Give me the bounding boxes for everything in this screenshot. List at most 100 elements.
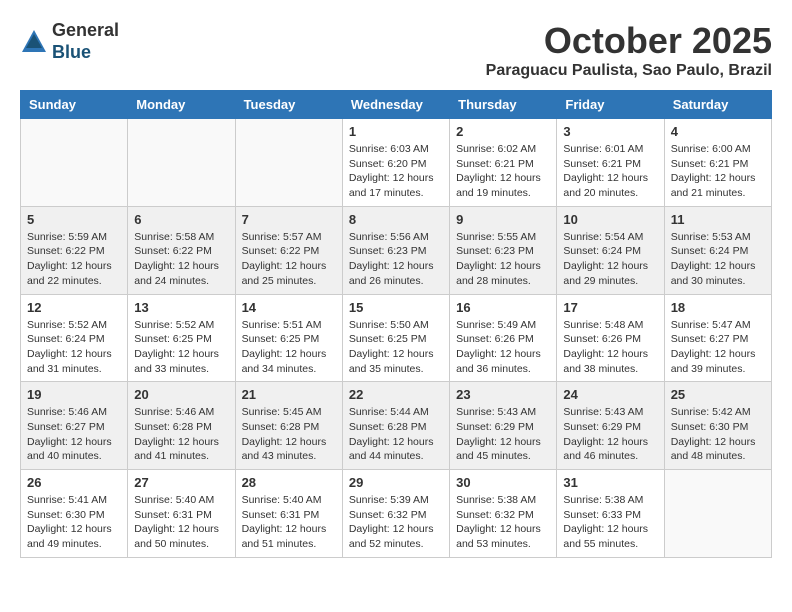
weekday-header: Monday — [128, 91, 235, 119]
calendar-day-cell: 20Sunrise: 5:46 AM Sunset: 6:28 PM Dayli… — [128, 382, 235, 470]
day-info: Sunrise: 6:00 AM Sunset: 6:21 PM Dayligh… — [671, 142, 765, 201]
day-number: 2 — [456, 124, 550, 139]
day-number: 14 — [242, 300, 336, 315]
calendar-day-cell: 8 Sunrise: 5:56 AM Sunset: 6:23 PM Daylig… — [342, 206, 449, 294]
day-info: Sunrise: 5:59 AM Sunset: 6:22 PM Dayligh… — [27, 230, 121, 289]
day-number: 17 — [563, 300, 657, 315]
day-info: Sunrise: 5:49 AM Sunset: 6:26 PM Dayligh… — [456, 318, 550, 377]
day-number: 16 — [456, 300, 550, 315]
calendar-day-cell: 30 Sunrise: 5:38 AM Sunset: 6:32 PM Dayli… — [450, 470, 557, 558]
title-block: October 2025 Paraguacu Paulista, Sao Pau… — [486, 20, 772, 80]
day-number: 10 — [563, 212, 657, 227]
day-info: Sunrise: 5:54 AM Sunset: 6:24 PM Dayligh… — [563, 230, 657, 289]
calendar-day-cell: 21 Sunrise: 5:45 AM Sunset: 6:28 PM Dayli… — [235, 382, 342, 470]
day-info: Sunrise: 5:47 AM Sunset: 6:27 PM Dayligh… — [671, 318, 765, 377]
calendar-day-cell: 14 Sunrise: 5:51 AM Sunset: 6:25 PM Dayli… — [235, 294, 342, 382]
calendar-week-row: 5 Sunrise: 5:59 AM Sunset: 6:22 PM Daylig… — [21, 206, 772, 294]
calendar-day-cell: 11Sunrise: 5:53 AM Sunset: 6:24 PM Dayli… — [664, 206, 771, 294]
day-number: 8 — [349, 212, 443, 227]
day-number: 9 — [456, 212, 550, 227]
weekday-header: Sunday — [21, 91, 128, 119]
calendar-day-cell — [664, 470, 771, 558]
day-number: 1 — [349, 124, 443, 139]
calendar-week-row: 19 Sunrise: 5:46 AM Sunset: 6:27 PM Dayli… — [21, 382, 772, 470]
day-number: 28 — [242, 475, 336, 490]
day-info: Sunrise: 5:51 AM Sunset: 6:25 PM Dayligh… — [242, 318, 336, 377]
day-number: 25 — [671, 387, 765, 402]
page-header: General Blue October 2025 Paraguacu Paul… — [20, 20, 772, 80]
calendar-day-cell: 19 Sunrise: 5:46 AM Sunset: 6:27 PM Dayli… — [21, 382, 128, 470]
weekday-header-row: SundayMondayTuesdayWednesdayThursdayFrid… — [21, 91, 772, 119]
day-info: Sunrise: 5:57 AM Sunset: 6:22 PM Dayligh… — [242, 230, 336, 289]
day-number: 19 — [27, 387, 121, 402]
calendar-week-row: 26Sunrise: 5:41 AM Sunset: 6:30 PM Dayli… — [21, 470, 772, 558]
day-info: Sunrise: 5:56 AM Sunset: 6:23 PM Dayligh… — [349, 230, 443, 289]
day-number: 22 — [349, 387, 443, 402]
day-info: Sunrise: 5:52 AM Sunset: 6:25 PM Dayligh… — [134, 318, 228, 377]
calendar-day-cell: 12Sunrise: 5:52 AM Sunset: 6:24 PM Dayli… — [21, 294, 128, 382]
calendar-day-cell: 29 Sunrise: 5:39 AM Sunset: 6:32 PM Dayli… — [342, 470, 449, 558]
day-info: Sunrise: 5:38 AM Sunset: 6:32 PM Dayligh… — [456, 493, 550, 552]
day-number: 30 — [456, 475, 550, 490]
day-number: 4 — [671, 124, 765, 139]
calendar-day-cell: 18 Sunrise: 5:47 AM Sunset: 6:27 PM Dayli… — [664, 294, 771, 382]
day-number: 20 — [134, 387, 228, 402]
calendar-day-cell — [128, 119, 235, 207]
location-text: Paraguacu Paulista, Sao Paulo, Brazil — [486, 62, 772, 80]
month-title: October 2025 — [486, 20, 772, 62]
calendar-day-cell: 25 Sunrise: 5:42 AM Sunset: 6:30 PM Dayli… — [664, 382, 771, 470]
logo-general-text: General — [52, 20, 119, 42]
calendar-day-cell: 9 Sunrise: 5:55 AM Sunset: 6:23 PM Daylig… — [450, 206, 557, 294]
day-number: 6 — [134, 212, 228, 227]
day-info: Sunrise: 5:45 AM Sunset: 6:28 PM Dayligh… — [242, 405, 336, 464]
calendar-day-cell: 24 Sunrise: 5:43 AM Sunset: 6:29 PM Dayli… — [557, 382, 664, 470]
day-info: Sunrise: 6:02 AM Sunset: 6:21 PM Dayligh… — [456, 142, 550, 201]
calendar-day-cell — [235, 119, 342, 207]
day-info: Sunrise: 5:55 AM Sunset: 6:23 PM Dayligh… — [456, 230, 550, 289]
day-info: Sunrise: 5:48 AM Sunset: 6:26 PM Dayligh… — [563, 318, 657, 377]
logo-blue-text: Blue — [52, 42, 119, 64]
weekday-header: Saturday — [664, 91, 771, 119]
day-number: 31 — [563, 475, 657, 490]
calendar-day-cell: 27Sunrise: 5:40 AM Sunset: 6:31 PM Dayli… — [128, 470, 235, 558]
calendar-day-cell: 4 Sunrise: 6:00 AM Sunset: 6:21 PM Daylig… — [664, 119, 771, 207]
calendar-day-cell: 15 Sunrise: 5:50 AM Sunset: 6:25 PM Dayli… — [342, 294, 449, 382]
day-number: 29 — [349, 475, 443, 490]
day-info: Sunrise: 5:39 AM Sunset: 6:32 PM Dayligh… — [349, 493, 443, 552]
calendar-day-cell: 17 Sunrise: 5:48 AM Sunset: 6:26 PM Dayli… — [557, 294, 664, 382]
day-info: Sunrise: 5:46 AM Sunset: 6:27 PM Dayligh… — [27, 405, 121, 464]
weekday-header: Thursday — [450, 91, 557, 119]
day-info: Sunrise: 5:50 AM Sunset: 6:25 PM Dayligh… — [349, 318, 443, 377]
day-number: 21 — [242, 387, 336, 402]
day-info: Sunrise: 5:40 AM Sunset: 6:31 PM Dayligh… — [134, 493, 228, 552]
day-number: 3 — [563, 124, 657, 139]
calendar-day-cell: 3Sunrise: 6:01 AM Sunset: 6:21 PM Daylig… — [557, 119, 664, 207]
day-info: Sunrise: 5:58 AM Sunset: 6:22 PM Dayligh… — [134, 230, 228, 289]
day-info: Sunrise: 5:43 AM Sunset: 6:29 PM Dayligh… — [563, 405, 657, 464]
day-info: Sunrise: 5:52 AM Sunset: 6:24 PM Dayligh… — [27, 318, 121, 377]
day-number: 7 — [242, 212, 336, 227]
calendar-day-cell: 6 Sunrise: 5:58 AM Sunset: 6:22 PM Daylig… — [128, 206, 235, 294]
calendar-day-cell: 31 Sunrise: 5:38 AM Sunset: 6:33 PM Dayli… — [557, 470, 664, 558]
day-info: Sunrise: 5:43 AM Sunset: 6:29 PM Dayligh… — [456, 405, 550, 464]
calendar-day-cell — [21, 119, 128, 207]
calendar-day-cell: 1Sunrise: 6:03 AM Sunset: 6:20 PM Daylig… — [342, 119, 449, 207]
weekday-header: Wednesday — [342, 91, 449, 119]
calendar-table: SundayMondayTuesdayWednesdayThursdayFrid… — [20, 90, 772, 558]
day-info: Sunrise: 5:38 AM Sunset: 6:33 PM Dayligh… — [563, 493, 657, 552]
calendar-day-cell: 28 Sunrise: 5:40 AM Sunset: 6:31 PM Dayli… — [235, 470, 342, 558]
day-info: Sunrise: 5:42 AM Sunset: 6:30 PM Dayligh… — [671, 405, 765, 464]
calendar-day-cell: 26Sunrise: 5:41 AM Sunset: 6:30 PM Dayli… — [21, 470, 128, 558]
day-number: 18 — [671, 300, 765, 315]
day-number: 15 — [349, 300, 443, 315]
logo-icon — [20, 28, 48, 56]
calendar-day-cell: 23 Sunrise: 5:43 AM Sunset: 6:29 PM Dayli… — [450, 382, 557, 470]
day-number: 5 — [27, 212, 121, 227]
day-number: 24 — [563, 387, 657, 402]
calendar-day-cell: 16 Sunrise: 5:49 AM Sunset: 6:26 PM Dayli… — [450, 294, 557, 382]
day-info: Sunrise: 5:40 AM Sunset: 6:31 PM Dayligh… — [242, 493, 336, 552]
day-number: 23 — [456, 387, 550, 402]
day-info: Sunrise: 5:41 AM Sunset: 6:30 PM Dayligh… — [27, 493, 121, 552]
weekday-header: Tuesday — [235, 91, 342, 119]
logo: General Blue — [20, 20, 119, 63]
